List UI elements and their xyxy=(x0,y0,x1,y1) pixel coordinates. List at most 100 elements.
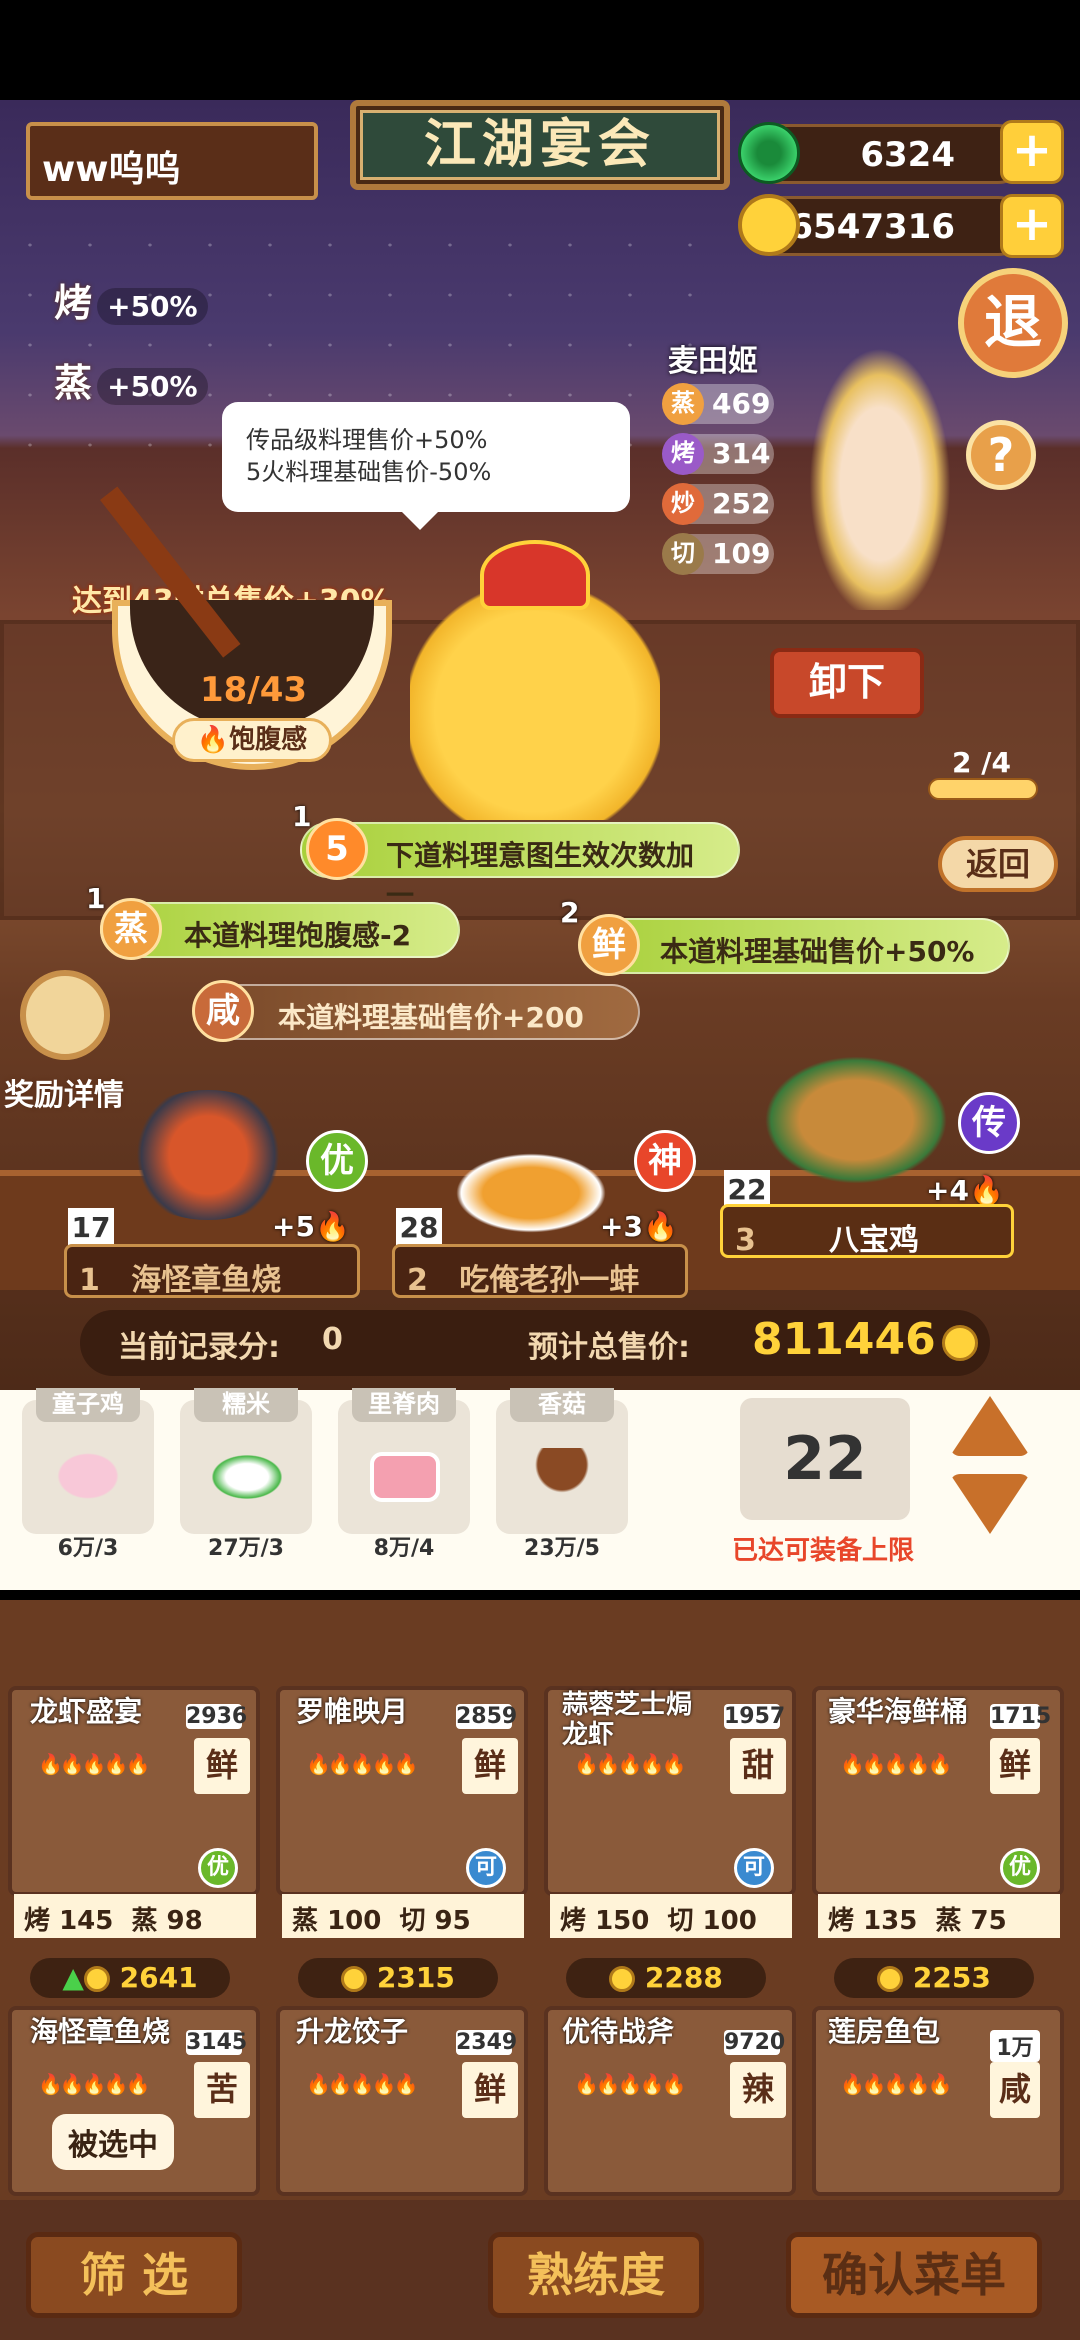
proficiency-button[interactable]: 熟练度 xyxy=(488,2232,704,2318)
recipe-8-fire-icon: 🔥🔥🔥🔥🔥 xyxy=(840,2072,953,2096)
recipe-4-flavor: 鲜 xyxy=(990,1738,1040,1794)
recipe-5-fire-icon: 🔥🔥🔥🔥🔥 xyxy=(38,2072,151,2096)
steam-skill-icon: 蒸 xyxy=(662,383,704,425)
grade-badge-3: 传 xyxy=(958,1092,1020,1154)
capacity-count: 22 xyxy=(740,1398,910,1520)
recipe-2-number: 2859 xyxy=(456,1704,518,1729)
ingredient-4-name: 香菇 xyxy=(510,1388,614,1422)
recipe-4-fire-icon: 🔥🔥🔥🔥🔥 xyxy=(840,1752,953,1776)
recipe-1-price: ▲ 2641 xyxy=(30,1958,230,1998)
recipe-7-number: 9720 xyxy=(724,2030,786,2055)
recipe-1-number: 2936 xyxy=(186,1704,248,1729)
recipe-2-grade: 可 xyxy=(466,1848,506,1888)
recipe-6-name: 升龙饺子 xyxy=(296,2015,409,2048)
bonus-roast: 烤 +50% xyxy=(54,272,208,327)
record-label: 当前记录分: xyxy=(118,1330,280,1365)
help-button[interactable]: ? xyxy=(966,420,1036,490)
dish-3-fire: +4🔥 xyxy=(926,1174,1004,1207)
record-value: 0 xyxy=(322,1322,343,1357)
bonus-steam: 蒸 +50% xyxy=(54,352,208,407)
coin-icon xyxy=(609,1966,636,1992)
ingredient-3-price: 8万/4 xyxy=(373,1536,435,1561)
recipe-1-name: 龙虾盛宴 xyxy=(30,1695,143,1728)
exit-button[interactable]: 退 xyxy=(958,268,1068,378)
status-bar-area xyxy=(0,0,1080,100)
recipe-5-number: 3145 xyxy=(186,2030,248,2055)
recipe-5-flavor: 苦 xyxy=(194,2062,250,2118)
player-name: ww呜呜 xyxy=(42,149,181,190)
dish-1-fire: +5🔥 xyxy=(272,1210,350,1243)
recipe-2-price: 2315 xyxy=(298,1958,498,1998)
coin-icon xyxy=(877,1966,904,1992)
fry-skill-icon: 炒 xyxy=(662,483,704,525)
customer-bubble: 传品级料理售价+50% 5火料理基础售价-50% xyxy=(222,402,630,530)
add-coins-button[interactable]: + xyxy=(1000,194,1064,258)
recipe-4-grade: 优 xyxy=(1000,1848,1040,1888)
confirm-menu-button[interactable]: 确认菜单 xyxy=(786,2232,1042,2318)
recipe-4-number: 1715 xyxy=(990,1704,1052,1729)
bubble-line-2: 5火料理基础售价-50% xyxy=(246,458,492,486)
recipe-2-name: 罗帷映月 xyxy=(296,1695,409,1728)
recipe-3-flavor: 甜 xyxy=(730,1738,786,1794)
unload-button[interactable]: 卸下 xyxy=(770,648,924,718)
recipe-7-name: 优待战斧 xyxy=(562,2015,675,2048)
salty-effect-icon: 咸 xyxy=(192,980,254,1042)
recipe-1-stats: 烤 145 蒸 98 xyxy=(14,1894,256,1938)
satiety-progress: 18/43 xyxy=(200,670,308,710)
dish-2-fire: +3🔥 xyxy=(600,1210,678,1243)
grade-badge-2: 神 xyxy=(634,1130,696,1192)
fresh-effect-icon: 鲜 xyxy=(578,914,640,976)
recipe-3-price: 2288 xyxy=(566,1958,766,1998)
recipe-1-flavor: 鲜 xyxy=(194,1738,250,1794)
recipe-4-stats: 烤 135 蒸 75 xyxy=(818,1894,1060,1938)
recipe-2-fire-icon: 🔥🔥🔥🔥🔥 xyxy=(306,1752,419,1776)
dish-2-count: 28 xyxy=(396,1208,442,1248)
served-dish-2[interactable]: 2 吃俺老孙一蚌 xyxy=(392,1244,688,1298)
grade-badge-1: 优 xyxy=(306,1130,368,1192)
coin-icon xyxy=(738,194,800,256)
effect-3-count: 2 xyxy=(560,896,580,929)
recipe-5-name: 海怪章鱼烧 xyxy=(30,2015,171,2048)
bubble-line-1: 传品级料理售价+50% xyxy=(246,426,488,454)
recipe-4-name: 豪华海鲜桶 xyxy=(828,1695,969,1728)
reward-details-label[interactable]: 奖励详情 xyxy=(4,1070,124,1114)
served-dish-1[interactable]: 1 海怪章鱼烧 xyxy=(64,1244,360,1298)
ingredient-2-name: 糯米 xyxy=(194,1388,298,1422)
recipe-2-flavor: 鲜 xyxy=(462,1738,518,1794)
chef-portrait xyxy=(800,330,960,610)
recipe-1-fire-icon: 🔥🔥🔥🔥🔥 xyxy=(38,1752,151,1776)
customer-character xyxy=(410,580,660,820)
chicken-icon xyxy=(48,1446,128,1506)
recipe-8-number: 1万 xyxy=(990,2030,1040,2062)
recipe-3-number: 1957 xyxy=(724,1704,786,1729)
chef-name: 麦田姬 xyxy=(668,344,758,379)
recipe-3-fire-icon: 🔥🔥🔥🔥🔥 xyxy=(574,1752,687,1776)
effect-2-count: 1 xyxy=(86,882,106,915)
recipe-7-fire-icon: 🔥🔥🔥🔥🔥 xyxy=(574,2072,687,2096)
coin-icon xyxy=(83,1966,110,1992)
effect-pill-4: 本道料理基础售价+200 xyxy=(200,984,640,1040)
back-button[interactable]: 返回 xyxy=(938,836,1058,892)
total-price-label: 预计总售价: xyxy=(528,1330,690,1365)
roast-skill-icon: 烤 xyxy=(662,433,704,475)
total-coin-icon xyxy=(942,1325,978,1361)
filter-button[interactable]: 筛 选 xyxy=(26,2232,242,2318)
effect-1-count: 1 xyxy=(292,800,312,833)
recipe-6-fire-icon: 🔥🔥🔥🔥🔥 xyxy=(306,2072,419,2096)
recipe-8-flavor: 咸 xyxy=(990,2062,1040,2118)
slot-progress-bar xyxy=(928,778,1038,800)
reward-icon[interactable] xyxy=(20,970,110,1060)
served-dish-3[interactable]: 3 八宝鸡 xyxy=(720,1204,1014,1258)
recipe-2-stats: 蒸 100 切 95 xyxy=(282,1894,524,1938)
total-price-value: 811446 xyxy=(752,1314,936,1365)
ingredient-1-name: 童子鸡 xyxy=(36,1388,140,1422)
recipe-6-flavor: 鲜 xyxy=(462,2062,518,2118)
customer-hat xyxy=(480,540,590,610)
slot-count: 2 /4 xyxy=(952,746,1011,779)
ingredient-2-price: 27万/3 xyxy=(208,1536,284,1561)
dish-octopus-image xyxy=(118,1090,298,1220)
add-jade-button[interactable]: + xyxy=(1000,120,1064,184)
meat-icon xyxy=(370,1452,440,1502)
dish-1-count: 17 xyxy=(68,1208,114,1248)
selected-badge: 被选中 xyxy=(52,2114,174,2170)
